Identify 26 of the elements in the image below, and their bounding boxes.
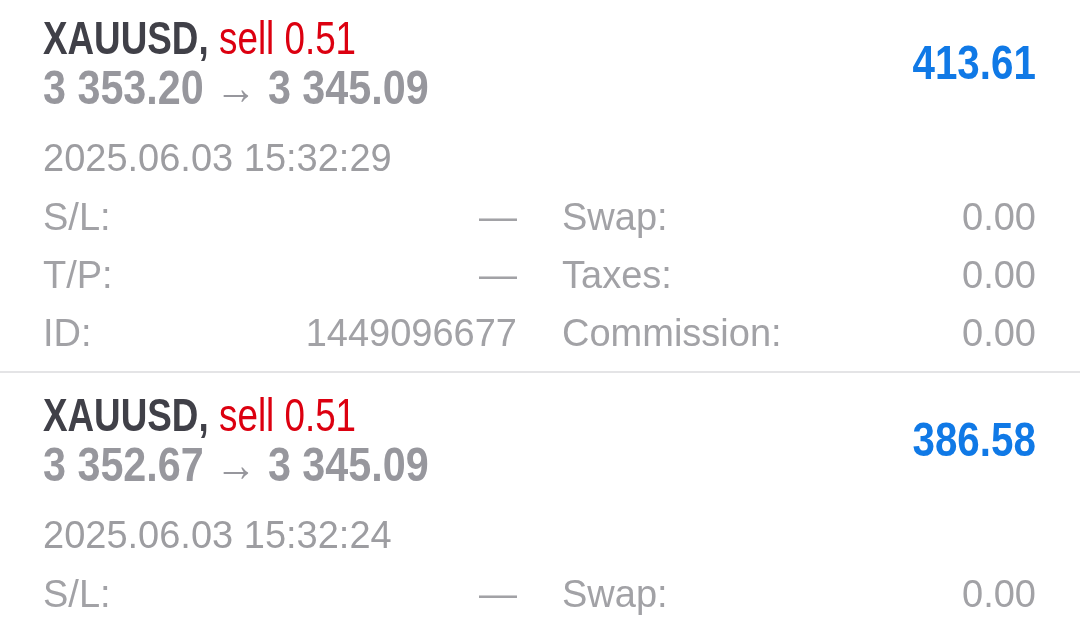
field-value: 1449096677 <box>305 311 517 356</box>
symbol-label: XAUUSD, <box>43 13 209 63</box>
field-label: ID: <box>43 311 92 356</box>
field-value: — <box>479 253 517 298</box>
field-label: Commission: <box>562 311 782 356</box>
price-range: 3 352.67 → 3 345.09 <box>43 440 429 490</box>
symbol-label: XAUUSD, <box>43 390 209 440</box>
field-label: Swap: <box>562 195 668 240</box>
field-value: 0.00 <box>962 311 1036 356</box>
price-range: 3 353.20 → 3 345.09 <box>43 63 429 113</box>
field-value: — <box>479 195 517 240</box>
profit-value: 413.61 <box>912 35 1036 91</box>
timestamp: 2025.06.03 15:32:24 <box>43 514 392 556</box>
trade-side-label: sell 0.51 <box>219 390 357 440</box>
field-value: 0.00 <box>962 195 1036 240</box>
field-label: S/L: <box>43 572 111 617</box>
field-label: Taxes: <box>562 253 672 298</box>
field-label: S/L: <box>43 195 111 240</box>
field-label: Swap: <box>562 572 668 617</box>
field-value: — <box>479 572 517 617</box>
timestamp: 2025.06.03 15:32:29 <box>43 137 392 179</box>
field-label: T/P: <box>43 253 113 298</box>
profit-value: 386.58 <box>912 412 1036 468</box>
trade-side-label: sell 0.51 <box>219 13 357 63</box>
field-value: 0.00 <box>962 572 1036 617</box>
field-value: 0.00 <box>962 253 1036 298</box>
